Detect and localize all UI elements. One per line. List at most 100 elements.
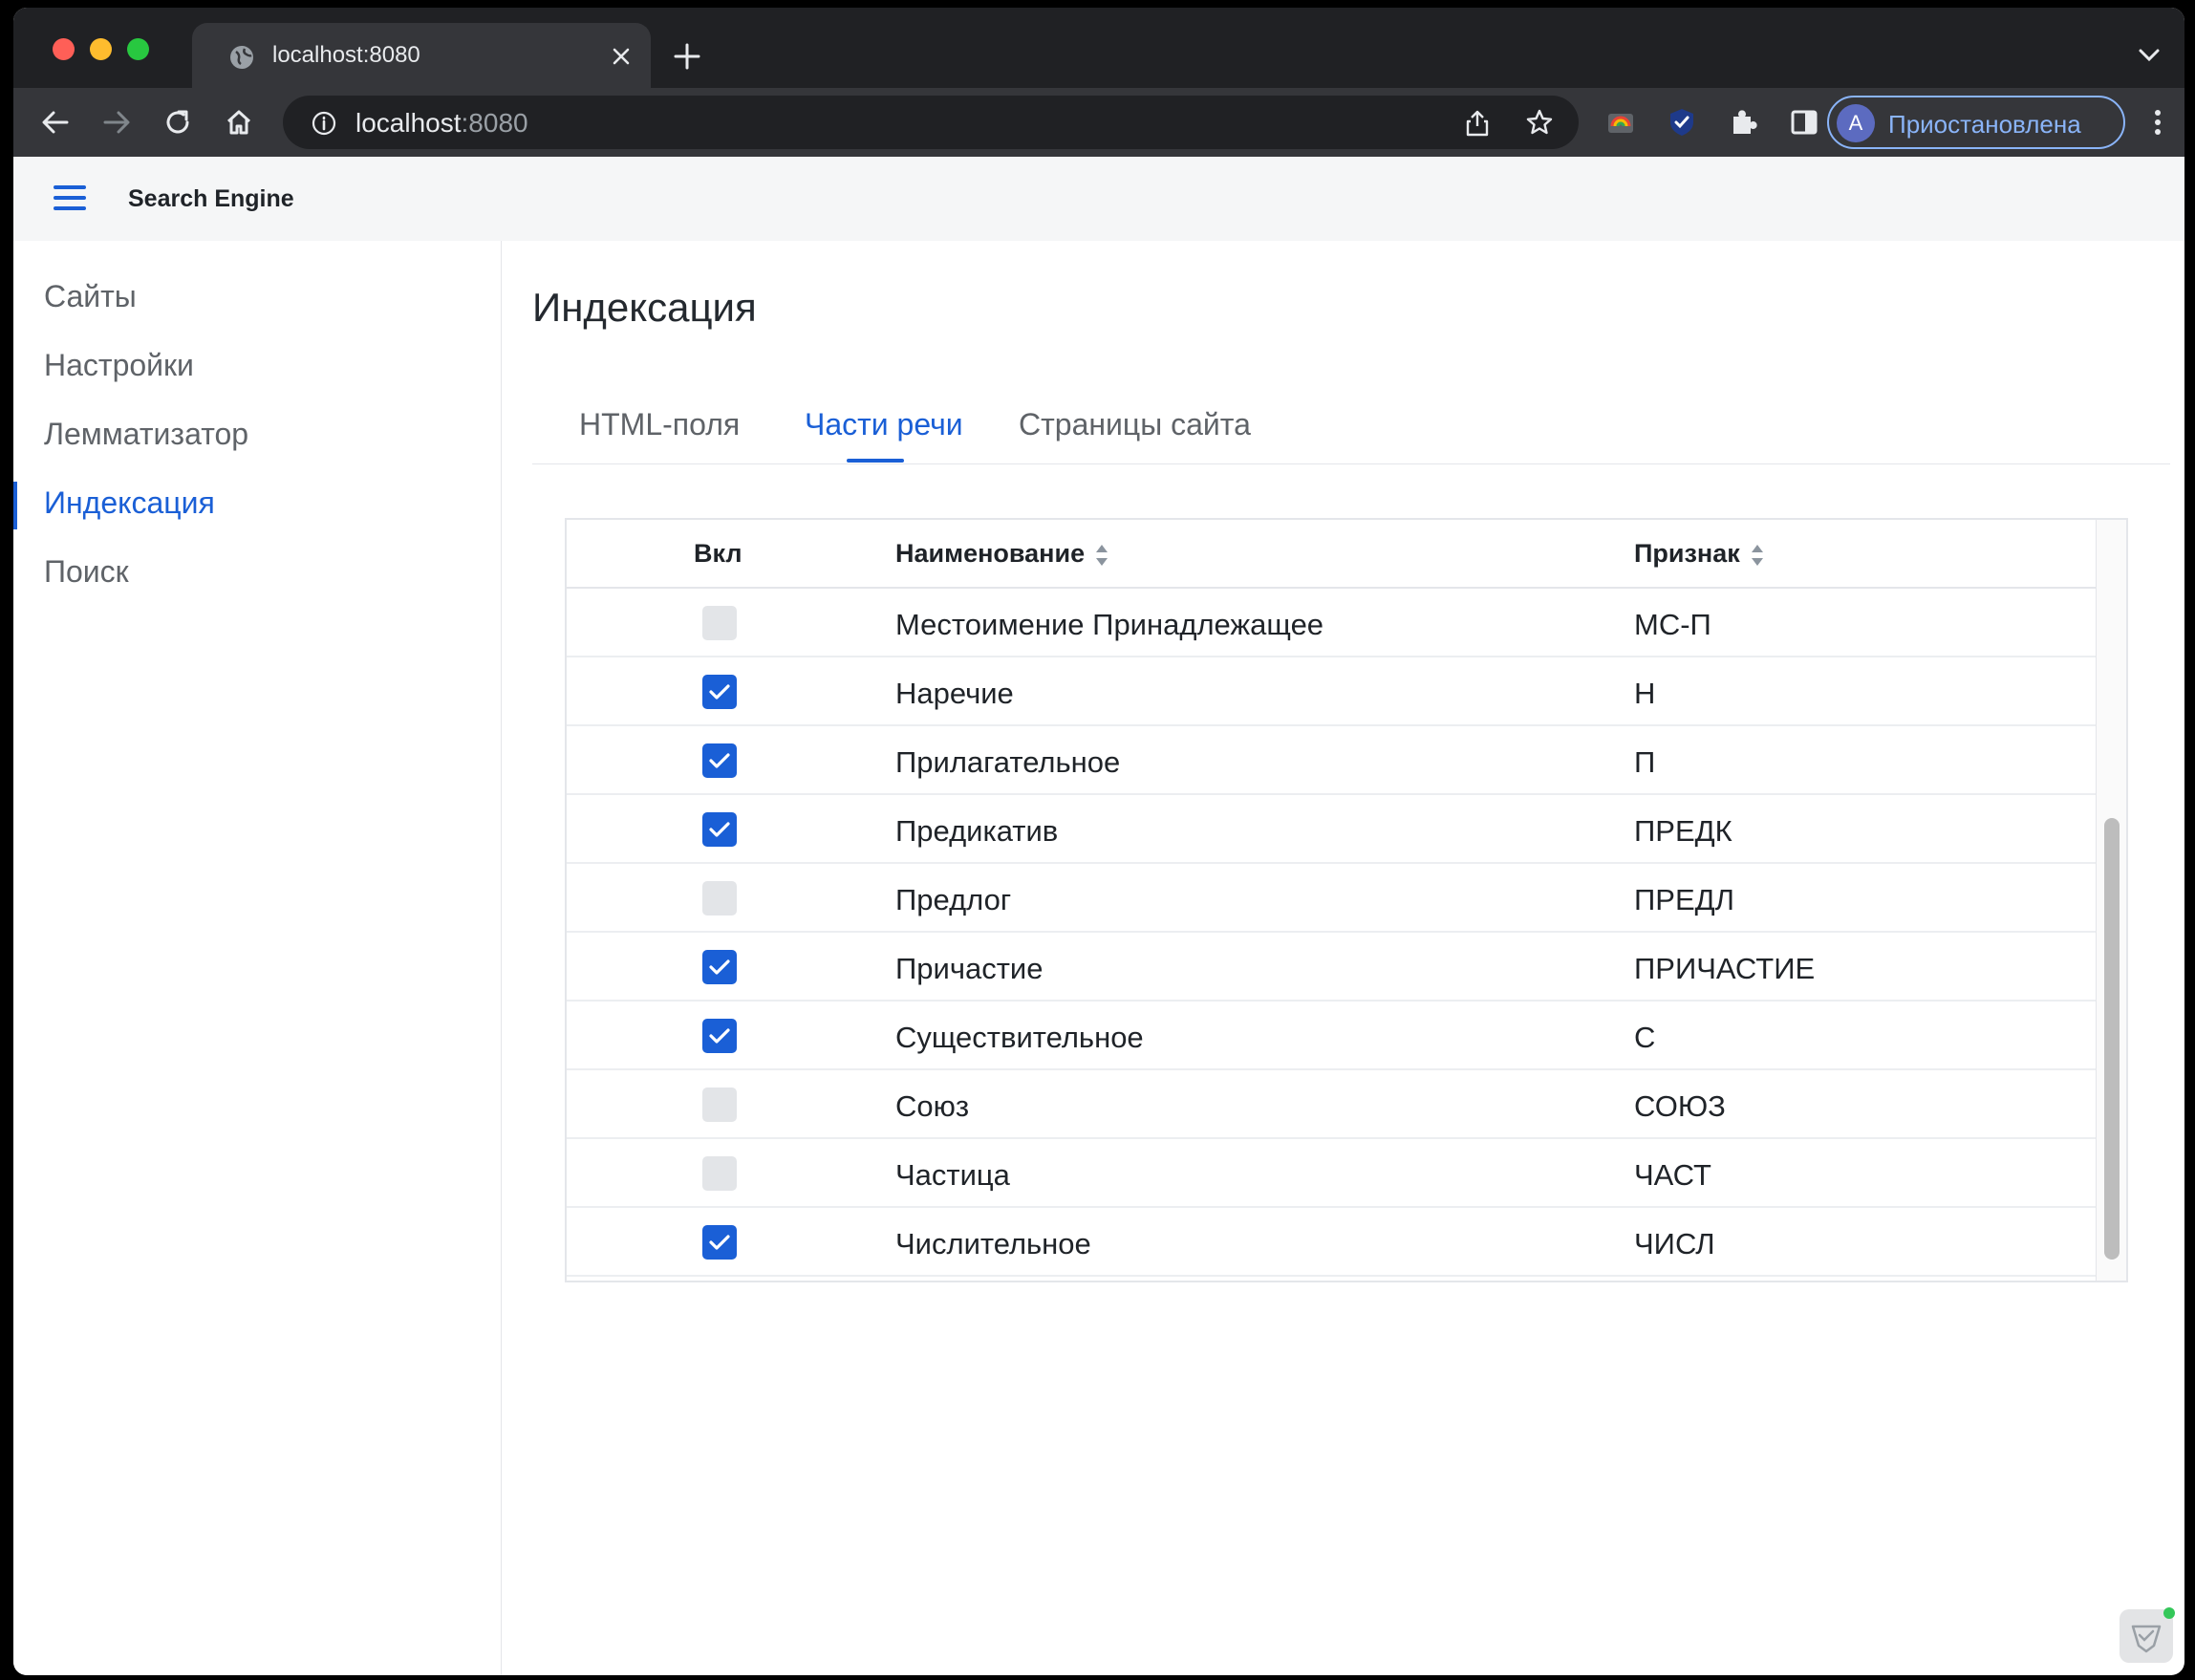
tab-parts-of-speech[interactable]: Части речи xyxy=(805,407,963,442)
part-of-speech-code: ПРЕДЛ xyxy=(1634,883,1734,916)
column-header-enabled: Вкл xyxy=(694,539,742,568)
checkmark-icon xyxy=(709,822,730,837)
table-row: Частица ЧАСТ xyxy=(567,1141,2096,1208)
close-tab-icon[interactable] xyxy=(609,44,634,69)
avatar: A xyxy=(1837,104,1875,142)
table-row: Числительное ЧИСЛ xyxy=(567,1210,2096,1277)
part-of-speech-name: Числительное xyxy=(895,1227,1091,1260)
sort-icon[interactable] xyxy=(1094,543,1109,568)
table-row: Числительное ПорядковоеЧИСЛ-П xyxy=(567,1279,2096,1281)
reload-icon[interactable] xyxy=(161,105,195,140)
more-menu-icon[interactable] xyxy=(2141,105,2175,140)
active-nav-indicator xyxy=(13,482,17,529)
table-row: Союз СОЮЗ xyxy=(567,1072,2096,1139)
enabled-checkbox[interactable] xyxy=(702,812,737,847)
part-of-speech-name: Прилагательное xyxy=(895,745,1121,779)
part-of-speech-name: Причастие xyxy=(895,952,1044,985)
tab-title: localhost:8080 xyxy=(272,42,420,68)
forward-icon[interactable] xyxy=(99,105,134,140)
column-header-name[interactable]: Наименование xyxy=(895,539,1109,569)
info-icon[interactable] xyxy=(312,111,336,136)
sidebar-item-search[interactable]: Поиск xyxy=(44,554,129,590)
table-header: Вкл Наименование Признак xyxy=(567,520,2096,589)
table-row: Местоимение Принадлежащее МС-П xyxy=(567,591,2096,657)
home-icon[interactable] xyxy=(222,105,256,140)
url-port: :8080 xyxy=(461,108,528,138)
active-tab-underline xyxy=(847,459,904,463)
table-scrollbar[interactable] xyxy=(2096,520,2126,1281)
column-header-name-label: Наименование xyxy=(895,539,1086,568)
zoom-window-button[interactable] xyxy=(127,38,149,60)
new-tab-icon[interactable] xyxy=(673,42,701,71)
share-icon[interactable] xyxy=(1464,109,1491,138)
part-of-speech-code: ЧАСТ xyxy=(1634,1158,1711,1192)
hamburger-menu-icon[interactable] xyxy=(54,185,86,212)
part-of-speech-code: С xyxy=(1634,1021,1656,1054)
checkmark-icon xyxy=(709,753,730,768)
enabled-checkbox[interactable] xyxy=(702,606,737,640)
checkmark-icon xyxy=(709,1028,730,1044)
page-title: Индексация xyxy=(532,285,757,330)
sidebar-item-indexing[interactable]: Индексация xyxy=(44,485,215,521)
table-row: Предикатив ПРЕДК xyxy=(567,797,2096,864)
side-panel-icon[interactable] xyxy=(1787,105,1821,140)
extension-check-icon[interactable] xyxy=(1665,105,1699,140)
url-host: localhost xyxy=(355,108,462,138)
browser-tab[interactable]: localhost:8080 xyxy=(192,23,651,88)
profile-status-label: Приостановлена xyxy=(1888,110,2081,139)
table-row: Существительное С xyxy=(567,1003,2096,1070)
sidebar-item-lemmatizer[interactable]: Лемматизатор xyxy=(44,417,248,452)
part-of-speech-code: Н xyxy=(1634,677,1656,710)
part-of-speech-name: Существительное xyxy=(895,1021,1144,1054)
extension-rainbow-icon[interactable] xyxy=(1603,105,1638,140)
part-of-speech-name: Наречие xyxy=(895,677,1014,710)
enabled-checkbox[interactable] xyxy=(702,950,737,984)
part-of-speech-name: Предикатив xyxy=(895,814,1059,848)
table-row: Наречие Н xyxy=(567,659,2096,726)
browser-window: localhost:8080 localhost:8080 A Приостан… xyxy=(13,8,2184,1675)
parts-of-speech-table: Вкл Наименование Признак Местоимение При… xyxy=(565,518,2128,1282)
online-status-dot xyxy=(2163,1607,2175,1619)
tab-html-fields[interactable]: HTML-поля xyxy=(579,407,740,442)
minimize-window-button[interactable] xyxy=(90,38,112,60)
part-of-speech-code: П xyxy=(1634,745,1656,779)
part-of-speech-name: Частица xyxy=(895,1158,1010,1192)
enabled-checkbox[interactable] xyxy=(702,1019,737,1053)
app-header: Search Engine xyxy=(13,157,2184,241)
sidebar-item-sites[interactable]: Сайты xyxy=(44,279,137,314)
part-of-speech-code: ПРИЧАСТИЕ xyxy=(1634,952,1816,985)
address-bar[interactable]: localhost:8080 xyxy=(283,96,1579,149)
enabled-checkbox[interactable] xyxy=(702,1088,737,1122)
scrollbar-thumb[interactable] xyxy=(2104,818,2120,1260)
browser-titlebar: localhost:8080 xyxy=(13,8,2184,88)
chevron-down-icon[interactable] xyxy=(2137,46,2162,65)
enabled-checkbox[interactable] xyxy=(702,1225,737,1260)
extensions-puzzle-icon[interactable] xyxy=(1726,105,1760,140)
part-of-speech-code: МС-П xyxy=(1634,608,1711,641)
profile-button[interactable]: A Приостановлена xyxy=(1827,96,2125,149)
tabs-bar: HTML-поля Части речи Страницы сайта xyxy=(532,361,2170,464)
enabled-checkbox[interactable] xyxy=(702,881,737,915)
enabled-checkbox[interactable] xyxy=(702,675,737,709)
part-of-speech-code: ПРЕДК xyxy=(1634,814,1732,848)
part-of-speech-code: ЧИСЛ xyxy=(1634,1227,1715,1260)
table-row: Причастие ПРИЧАСТИЕ xyxy=(567,935,2096,1002)
enabled-checkbox[interactable] xyxy=(702,743,737,778)
part-of-speech-name: Союз xyxy=(895,1089,970,1123)
back-icon[interactable] xyxy=(38,105,73,140)
column-header-code[interactable]: Признак xyxy=(1634,539,1765,569)
sort-icon[interactable] xyxy=(1750,543,1765,568)
sidebar-item-settings[interactable]: Настройки xyxy=(44,348,194,383)
checkmark-icon xyxy=(709,1235,730,1250)
tab-site-pages[interactable]: Страницы сайта xyxy=(1019,407,1251,442)
part-of-speech-code: СОЮЗ xyxy=(1634,1089,1726,1123)
part-of-speech-name: Местоимение Принадлежащее xyxy=(895,608,1324,641)
part-of-speech-name: Предлог xyxy=(895,883,1012,916)
checkmark-icon xyxy=(709,684,730,700)
url-text: localhost:8080 xyxy=(355,108,528,139)
bookmark-star-icon[interactable] xyxy=(1525,108,1554,137)
browser-toolbar: localhost:8080 A Приостановлена xyxy=(13,88,2184,157)
close-window-button[interactable] xyxy=(53,38,75,60)
checkmark-icon xyxy=(709,959,730,975)
enabled-checkbox[interactable] xyxy=(702,1156,737,1191)
